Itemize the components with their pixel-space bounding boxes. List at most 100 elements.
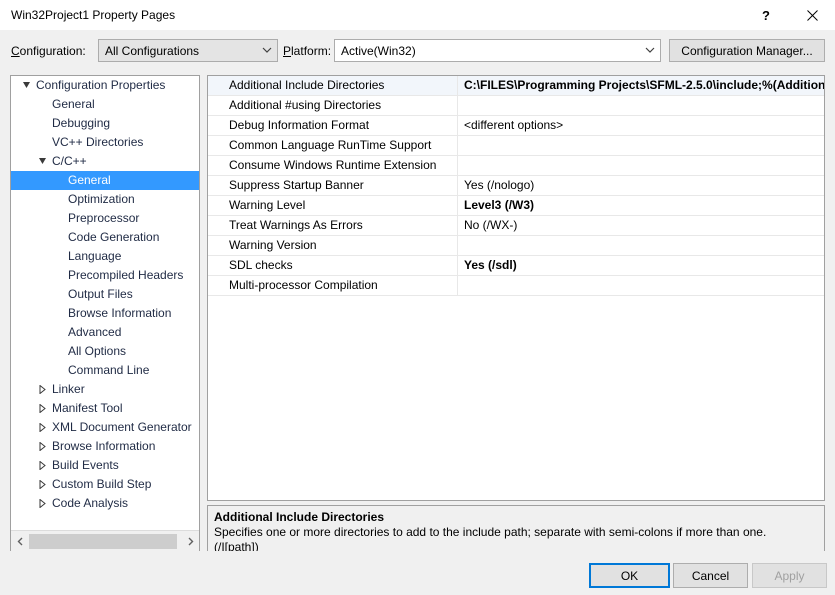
ok-button-label: OK <box>620 568 639 583</box>
property-value[interactable] <box>458 96 824 115</box>
tree-item-debugging[interactable]: Debugging <box>11 114 199 133</box>
property-row[interactable]: Additional #using Directories <box>208 96 824 116</box>
tree-item-label: Advanced <box>68 325 122 339</box>
description-panel: Additional Include Directories Specifies… <box>207 505 825 554</box>
property-name: Additional #using Directories <box>208 96 458 115</box>
property-value[interactable]: Level3 (/W3) <box>458 196 824 215</box>
property-value[interactable] <box>458 156 824 175</box>
property-value[interactable]: Yes (/sdl) <box>458 256 824 275</box>
tree-item-build-events[interactable]: Build Events <box>11 456 199 475</box>
property-value[interactable] <box>458 276 824 295</box>
scrollbar-track[interactable] <box>29 532 181 551</box>
triangle-right-icon[interactable] <box>35 418 51 437</box>
chevron-down-icon <box>257 47 277 54</box>
title-bar: Win32Project1 Property Pages ? <box>0 0 835 30</box>
tree-item-general[interactable]: General <box>11 171 199 190</box>
property-row[interactable]: Warning Version <box>208 236 824 256</box>
triangle-down-icon[interactable] <box>35 152 51 171</box>
dialog-footer: OK Cancel Apply <box>0 551 835 595</box>
tree-item-c-c[interactable]: C/C++ <box>11 152 199 171</box>
property-name: SDL checks <box>208 256 458 275</box>
tree-item-command-line[interactable]: Command Line <box>11 361 199 380</box>
triangle-down-icon[interactable] <box>19 76 35 95</box>
configuration-combobox[interactable]: All Configurations <box>98 39 278 62</box>
properties-tree-panel: Configuration Properties General Debugging… <box>10 75 200 552</box>
close-icon <box>806 9 818 21</box>
apply-button: Apply <box>752 563 827 588</box>
tree-item-browse-information[interactable]: Browse Information <box>11 437 199 456</box>
property-row[interactable]: Debug Information Format <different optio… <box>208 116 824 136</box>
tree-item-advanced[interactable]: Advanced <box>11 323 199 342</box>
cancel-button[interactable]: Cancel <box>673 563 748 588</box>
property-value[interactable]: Yes (/nologo) <box>458 176 824 195</box>
tree-item-label: All Options <box>68 344 127 358</box>
tree-item-precompiled-headers[interactable]: Precompiled Headers <box>11 266 199 285</box>
tree-item-xml-document-generator[interactable]: XML Document Generator <box>11 418 199 437</box>
tree-item-label: Optimization <box>68 192 135 206</box>
scrollbar-thumb[interactable] <box>29 533 177 549</box>
property-row[interactable]: Additional Include Directories C:\FILES\P… <box>208 76 824 96</box>
property-row[interactable]: Common Language RunTime Support <box>208 136 824 156</box>
property-name: Warning Version <box>208 236 458 255</box>
property-name: Common Language RunTime Support <box>208 136 458 155</box>
tree-item-vc-directories[interactable]: VC++ Directories <box>11 133 199 152</box>
configuration-label: Configuration: <box>11 44 86 58</box>
platform-combobox[interactable]: Active(Win32) <box>334 39 661 62</box>
tree-item-browse-information[interactable]: Browse Information <box>11 304 199 323</box>
question-mark-icon: ? <box>762 7 770 23</box>
tree-item-linker[interactable]: Linker <box>11 380 199 399</box>
tree-item-label: Code Generation <box>68 230 160 244</box>
close-button[interactable] <box>789 0 835 30</box>
property-value[interactable] <box>458 236 824 255</box>
tree-item-custom-build-step[interactable]: Custom Build Step <box>11 475 199 494</box>
tree-item-code-analysis[interactable]: Code Analysis <box>11 494 199 513</box>
tree-item-output-files[interactable]: Output Files <box>11 285 199 304</box>
triangle-right-icon[interactable] <box>35 494 51 513</box>
tree-item-label: Preprocessor <box>68 211 140 225</box>
tree-item-language[interactable]: Language <box>11 247 199 266</box>
configuration-toolbar: Configuration: All Configurations Platfo… <box>0 30 835 73</box>
property-row[interactable]: Suppress Startup Banner Yes (/nologo) <box>208 176 824 196</box>
scroll-left-icon[interactable] <box>11 532 29 551</box>
property-row[interactable]: SDL checks Yes (/sdl) <box>208 256 824 276</box>
tree-item-preprocessor[interactable]: Preprocessor <box>11 209 199 228</box>
property-value[interactable]: <different options> <box>458 116 824 135</box>
configuration-manager-button[interactable]: Configuration Manager... <box>669 39 825 62</box>
scroll-right-icon[interactable] <box>181 532 199 551</box>
property-row[interactable]: Multi-processor Compilation <box>208 276 824 296</box>
properties-tree[interactable]: Configuration Properties General Debugging… <box>11 76 199 532</box>
tree-item-configuration-properties[interactable]: Configuration Properties <box>11 76 199 95</box>
apply-button-label: Apply <box>774 568 805 583</box>
tree-item-label: Precompiled Headers <box>68 268 184 282</box>
property-value[interactable] <box>458 136 824 155</box>
triangle-right-icon[interactable] <box>35 380 51 399</box>
ok-button[interactable]: OK <box>589 563 670 588</box>
tree-item-label: Language <box>68 249 122 263</box>
property-name: Multi-processor Compilation <box>208 276 458 295</box>
tree-item-all-options[interactable]: All Options <box>11 342 199 361</box>
triangle-right-icon[interactable] <box>35 437 51 456</box>
property-value[interactable]: No (/WX-) <box>458 216 824 235</box>
tree-item-code-generation[interactable]: Code Generation <box>11 228 199 247</box>
tree-item-label: Command Line <box>68 363 150 377</box>
property-name: Additional Include Directories <box>208 76 458 95</box>
property-row[interactable]: Consume Windows Runtime Extension <box>208 156 824 176</box>
property-row[interactable]: Warning Level Level3 (/W3) <box>208 196 824 216</box>
tree-horizontal-scrollbar[interactable] <box>11 530 199 551</box>
property-grid[interactable]: Additional Include Directories C:\FILES\P… <box>207 75 825 501</box>
property-row[interactable]: Treat Warnings As Errors No (/WX-) <box>208 216 824 236</box>
tree-item-label: General <box>52 97 95 111</box>
tree-item-label: VC++ Directories <box>52 135 144 149</box>
triangle-right-icon[interactable] <box>35 399 51 418</box>
triangle-right-icon[interactable] <box>35 475 51 494</box>
dialog-body: Configuration Properties General Debugging… <box>0 73 835 554</box>
help-button[interactable]: ? <box>743 0 789 30</box>
tree-item-general[interactable]: General <box>11 95 199 114</box>
tree-item-manifest-tool[interactable]: Manifest Tool <box>11 399 199 418</box>
triangle-right-icon[interactable] <box>35 456 51 475</box>
description-title: Additional Include Directories <box>214 510 385 524</box>
tree-item-optimization[interactable]: Optimization <box>11 190 199 209</box>
property-value[interactable]: C:\FILES\Programming Projects\SFML-2.5.0… <box>458 76 824 95</box>
platform-combobox-value: Active(Win32) <box>341 43 416 58</box>
property-name: Treat Warnings As Errors <box>208 216 458 235</box>
